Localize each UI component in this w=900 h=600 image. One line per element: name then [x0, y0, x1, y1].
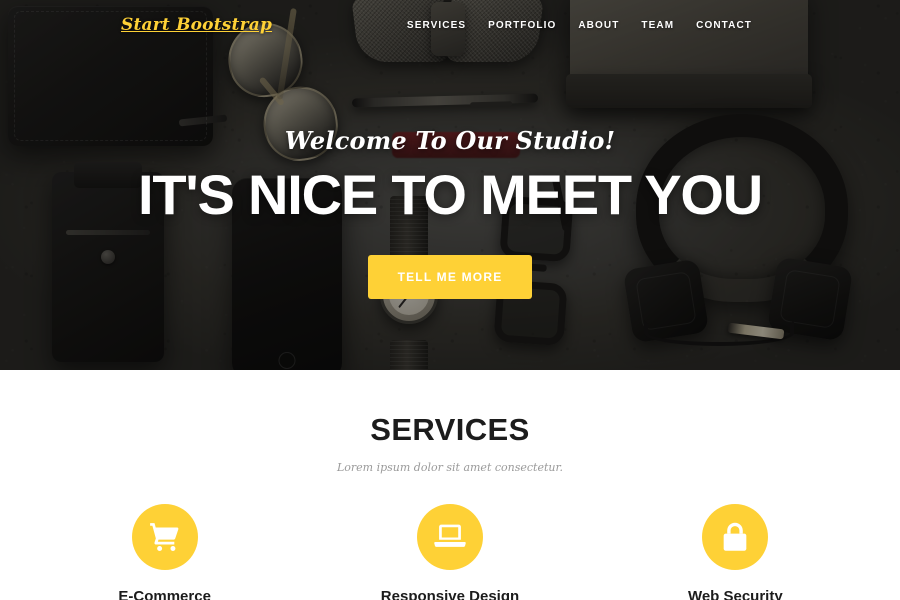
hero-section: Start Bootstrap SERVICES PORTFOLIO ABOUT…	[0, 0, 900, 370]
nav-link-services[interactable]: SERVICES	[407, 20, 466, 31]
nav-link-portfolio[interactable]: PORTFOLIO	[488, 20, 556, 31]
services-card-list: E-Commerce Lorem ipsum dolor sit amet, c…	[0, 504, 900, 600]
hero-content: Welcome To Our Studio! IT'S NICE TO MEET…	[0, 126, 900, 299]
service-card-web-security[interactable]: Web Security Lorem ipsum dolor sit amet,…	[593, 504, 878, 600]
laptop-icon	[416, 504, 483, 570]
service-card-title: Web Security	[687, 588, 783, 600]
service-card-responsive-design[interactable]: Responsive Design Lorem ipsum dolor sit …	[307, 504, 592, 600]
nav-link-team[interactable]: TEAM	[641, 20, 674, 31]
service-card-title: E-Commerce	[118, 588, 211, 600]
services-section: SERVICES Lorem ipsum dolor sit amet cons…	[0, 370, 900, 600]
lock-icon	[702, 504, 769, 570]
services-subtitle: Lorem ipsum dolor sit amet consectetur.	[336, 461, 564, 474]
shopping-cart-icon	[131, 504, 198, 570]
nav-link-about[interactable]: ABOUT	[578, 20, 619, 31]
navbar-links: SERVICES PORTFOLIO ABOUT TEAM CONTACT	[407, 20, 752, 31]
navbar-brand[interactable]: Start Bootstrap	[121, 15, 272, 35]
tell-me-more-button[interactable]: TELL ME MORE	[367, 255, 533, 299]
navbar: Start Bootstrap SERVICES PORTFOLIO ABOUT…	[0, 0, 900, 50]
services-heading: SERVICES	[370, 412, 530, 447]
hero-title: IT'S NICE TO MEET YOU	[138, 163, 763, 226]
hero-subtitle: Welcome To Our Studio!	[284, 126, 616, 155]
nav-link-contact[interactable]: CONTACT	[696, 20, 752, 31]
service-card-e-commerce[interactable]: E-Commerce Lorem ipsum dolor sit amet, c…	[22, 504, 307, 600]
service-card-title: Responsive Design	[380, 588, 520, 600]
